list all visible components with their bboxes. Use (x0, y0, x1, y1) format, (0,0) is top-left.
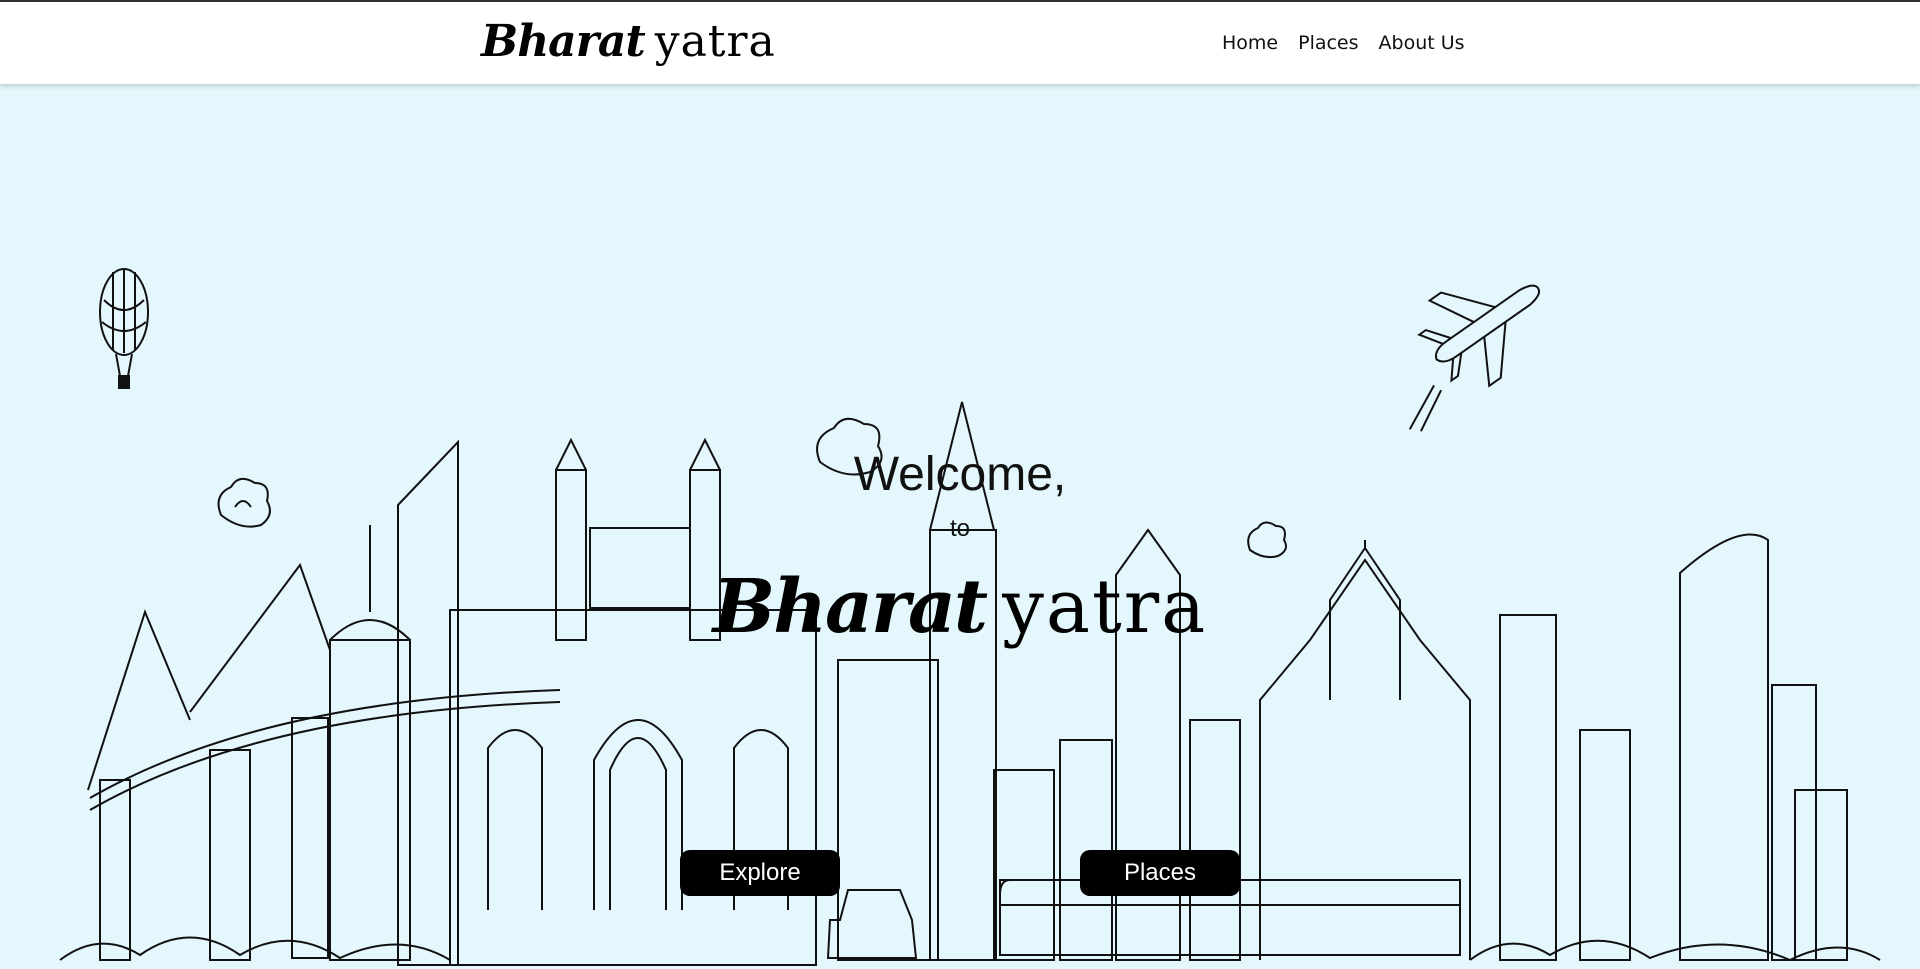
hot-air-balloon-icon (99, 268, 149, 389)
nav-link-places[interactable]: Places (1298, 32, 1358, 54)
nav-link-about-us[interactable]: About Us (1379, 32, 1465, 54)
nav-link-home[interactable]: Home (1222, 32, 1278, 54)
places-button[interactable]: Places (1080, 850, 1240, 896)
hero-title-light: yatra (1002, 564, 1208, 650)
explore-button[interactable]: Explore (680, 850, 840, 896)
hero-section: Welcome, to Bharat yatra (0, 84, 1920, 969)
nav-links: Home Places About Us (1222, 32, 1465, 54)
welcome-to-text: to (949, 515, 970, 542)
logo-bold-text: Bharat (481, 16, 646, 67)
hero-title-bold: Bharat (712, 564, 988, 650)
logo-light-text: yatra (654, 16, 776, 67)
site-logo[interactable]: Bharat yatra (481, 16, 776, 67)
hero-title: Bharat yatra (0, 564, 1920, 650)
welcome-heading: Welcome, (853, 448, 1067, 501)
navbar: Bharat yatra Home Places About Us (0, 2, 1920, 84)
airplane-icon (1408, 284, 1541, 432)
